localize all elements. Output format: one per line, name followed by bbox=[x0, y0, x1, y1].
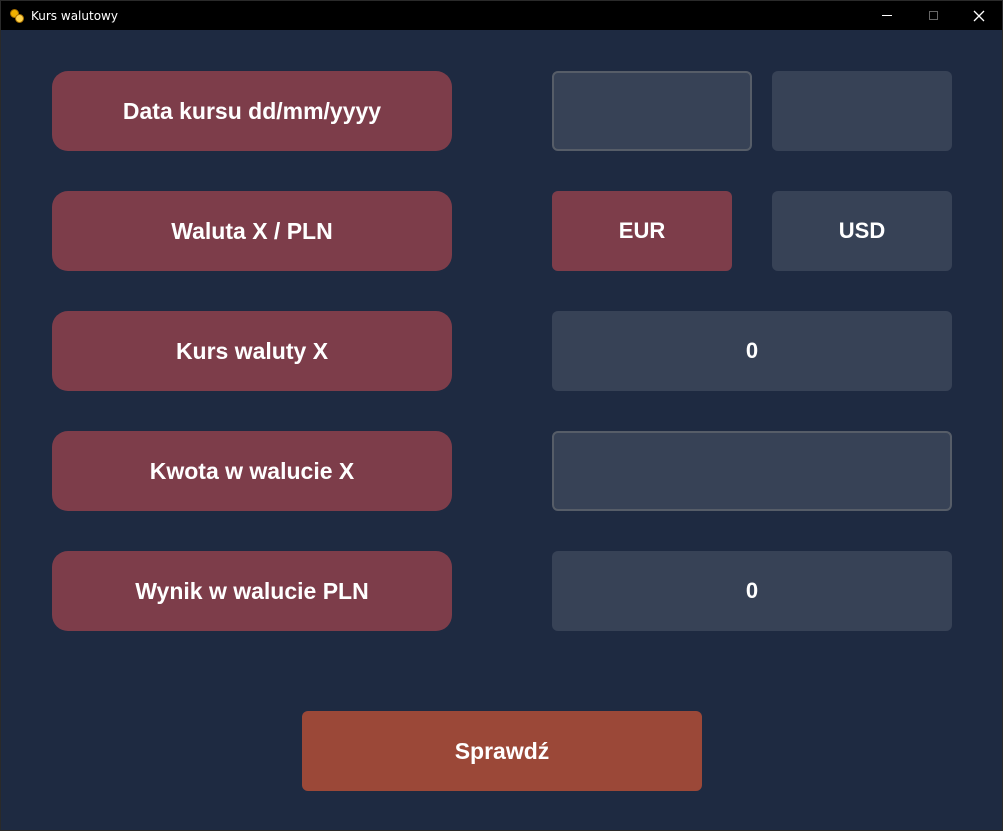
amount-input[interactable] bbox=[552, 431, 952, 511]
title-bar: Kurs walutowy bbox=[1, 1, 1002, 30]
coins-icon bbox=[10, 8, 24, 23]
usd-button[interactable]: USD bbox=[772, 191, 952, 271]
minimize-button[interactable] bbox=[864, 1, 910, 30]
window-title: Kurs walutowy bbox=[31, 8, 118, 23]
result-value: 0 bbox=[552, 551, 952, 631]
maximize-icon bbox=[928, 11, 938, 20]
rate-label: Kurs waluty X bbox=[52, 311, 452, 391]
currency-label: Waluta X / PLN bbox=[52, 191, 452, 271]
date-input-1[interactable] bbox=[552, 71, 752, 151]
rate-value: 0 bbox=[552, 311, 952, 391]
close-icon bbox=[973, 10, 985, 21]
maximize-button[interactable] bbox=[910, 1, 956, 30]
date-input-2[interactable] bbox=[772, 71, 952, 151]
app-window: Kurs walutowy Data kursu dd/mm/yyyy Walu… bbox=[0, 0, 1003, 831]
result-label: Wynik w walucie PLN bbox=[52, 551, 452, 631]
date-label: Data kursu dd/mm/yyyy bbox=[52, 71, 452, 151]
amount-label: Kwota w walucie X bbox=[52, 431, 452, 511]
check-button[interactable]: Sprawdź bbox=[302, 711, 702, 791]
eur-button[interactable]: EUR bbox=[552, 191, 732, 271]
minimize-icon bbox=[882, 15, 892, 16]
close-button[interactable] bbox=[956, 1, 1002, 30]
